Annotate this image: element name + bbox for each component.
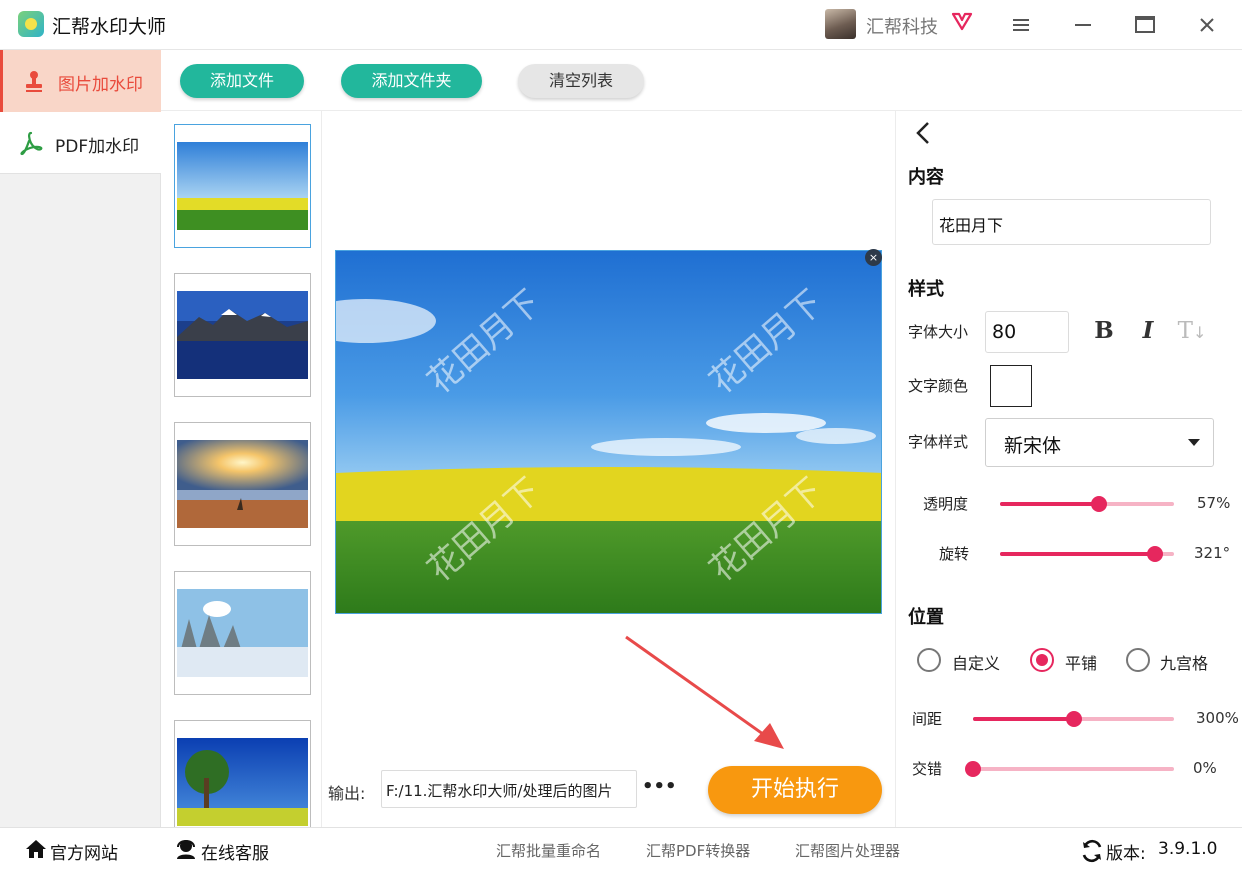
position-radio-custom[interactable] (917, 648, 941, 672)
watermark-text-input[interactable]: 花田月下 (932, 199, 1211, 245)
thumbnail-image (177, 291, 308, 379)
add-file-button[interactable]: 添加文件 (180, 64, 304, 98)
toolbar: 添加文件 添加文件夹 清空列表 (161, 50, 1242, 111)
rotation-value: 321° (1194, 544, 1231, 562)
thumbnail-image (177, 440, 308, 528)
version-value: 3.9.1.0 (1158, 839, 1218, 859)
section-title-position: 位置 (908, 607, 944, 628)
refresh-icon[interactable] (1080, 839, 1104, 863)
thumbnail-image (177, 589, 308, 677)
official-website-link[interactable]: 官方网站 (50, 839, 118, 864)
stagger-value: 0% (1193, 759, 1217, 777)
app-title: 汇帮水印大师 (52, 16, 167, 38)
font-style-label: 字体样式 (908, 433, 969, 451)
font-family-value: 新宋体 (1004, 435, 1062, 457)
rotation-slider[interactable] (1000, 546, 1174, 562)
position-radio-tile[interactable] (1030, 648, 1054, 672)
sidebar-item-image-watermark[interactable]: 图片加水印 (0, 50, 161, 112)
opacity-slider-handle[interactable] (1091, 496, 1107, 512)
opacity-label: 透明度 (923, 495, 969, 513)
bold-button[interactable]: B (1089, 316, 1119, 346)
stagger-slider-handle[interactable] (965, 761, 981, 777)
online-support-link[interactable]: 在线客服 (201, 839, 269, 864)
tool-link-pdf-converter[interactable]: 汇帮PDF转换器 (646, 840, 750, 861)
vip-badge-icon[interactable] (951, 11, 973, 31)
position-option-label[interactable]: 九宫格 (1160, 650, 1208, 674)
sidebar-item-pdf-watermark[interactable]: PDF加水印 (0, 112, 161, 174)
text-direction-button[interactable]: T↓ (1177, 316, 1207, 346)
tool-link-rename[interactable]: 汇帮批量重命名 (496, 840, 601, 861)
text-color-label: 文字颜色 (908, 377, 969, 395)
spacing-label: 间距 (912, 710, 943, 728)
close-icon[interactable] (1194, 12, 1220, 38)
thumbnail-image (177, 142, 308, 230)
add-folder-button[interactable]: 添加文件夹 (341, 64, 482, 98)
pdf-icon (20, 131, 43, 156)
spacing-slider[interactable] (973, 711, 1174, 727)
preview-image[interactable]: 花田月下 花田月下 花田月下 花田月下 (335, 250, 882, 614)
version-label: 版本: (1106, 844, 1146, 864)
position-option-label[interactable]: 平铺 (1065, 650, 1097, 674)
tool-link-image-processor[interactable]: 汇帮图片处理器 (795, 840, 900, 861)
thumbnail-winter-trees[interactable] (174, 571, 311, 695)
preview-area: 花田月下 花田月下 花田月下 花田月下 × 输出: F:/11.汇帮水印大师/处… (322, 111, 895, 827)
headset-icon (177, 840, 195, 859)
settings-panel: 内容 花田月下 样式 字体大小 80 B I T↓ 文字颜色 字体样式 新宋体 … (895, 111, 1242, 827)
user-avatar[interactable] (825, 9, 856, 39)
home-icon (26, 840, 46, 858)
remove-image-button[interactable]: × (865, 249, 882, 266)
minimize-icon[interactable] (1070, 12, 1096, 38)
annotation-arrow-icon (625, 635, 784, 749)
opacity-slider-fill (1000, 502, 1099, 506)
stagger-slider[interactable] (965, 761, 1174, 777)
sidebar-item-label: PDF加水印 (55, 137, 140, 157)
sidebar: 图片加水印 PDF加水印 (0, 50, 161, 827)
position-radio-grid[interactable] (1126, 648, 1150, 672)
text-color-swatch[interactable] (990, 365, 1032, 407)
title-bar: 汇帮水印大师 汇帮科技 (0, 0, 1242, 50)
sidebar-item-label: 图片加水印 (58, 75, 143, 95)
user-name[interactable]: 汇帮科技 (866, 13, 938, 39)
chevron-down-icon (1188, 439, 1200, 446)
back-icon[interactable] (912, 120, 934, 146)
menu-icon[interactable] (1008, 12, 1034, 38)
output-path-field[interactable]: F:/11.汇帮水印大师/处理后的图片 (381, 770, 637, 808)
app-logo-icon (18, 11, 44, 37)
spacing-value: 300% (1196, 709, 1239, 727)
browse-output-button[interactable]: ••• (642, 774, 677, 800)
italic-button[interactable]: I (1133, 316, 1163, 346)
rotation-slider-fill (1000, 552, 1155, 556)
thumbnail-beach-sunset[interactable] (174, 422, 311, 546)
thumbnail-image (177, 738, 308, 826)
output-label: 输出: (328, 784, 366, 803)
rotation-label: 旋转 (939, 545, 970, 563)
opacity-slider[interactable] (1000, 496, 1174, 512)
footer: 官方网站 在线客服 汇帮批量重命名 汇帮PDF转换器 汇帮图片处理器 版本: 3… (0, 827, 1242, 869)
font-size-label: 字体大小 (908, 323, 969, 341)
clear-list-button[interactable]: 清空列表 (518, 64, 644, 98)
stagger-label: 交错 (912, 760, 943, 778)
section-title-style: 样式 (908, 279, 944, 300)
thumbnail-mountain-lake[interactable] (174, 273, 311, 397)
spacing-slider-fill (973, 717, 1074, 721)
start-button[interactable]: 开始执行 (708, 766, 882, 814)
thumbnail-list[interactable] (161, 111, 322, 827)
font-family-select[interactable]: 新宋体 (985, 418, 1214, 467)
rotation-slider-handle[interactable] (1147, 546, 1163, 562)
section-title-content: 内容 (908, 167, 944, 188)
spacing-slider-handle[interactable] (1066, 711, 1082, 727)
maximize-icon[interactable] (1132, 12, 1158, 38)
thumbnail-tree-meadow[interactable] (174, 720, 311, 827)
opacity-value: 57% (1197, 494, 1231, 512)
text-direction-label: T (1177, 318, 1193, 344)
position-option-label[interactable]: 自定义 (952, 650, 1000, 674)
font-size-input[interactable]: 80 (985, 311, 1069, 353)
thumbnail-field-sky[interactable] (174, 124, 311, 248)
stamp-icon (26, 71, 42, 92)
